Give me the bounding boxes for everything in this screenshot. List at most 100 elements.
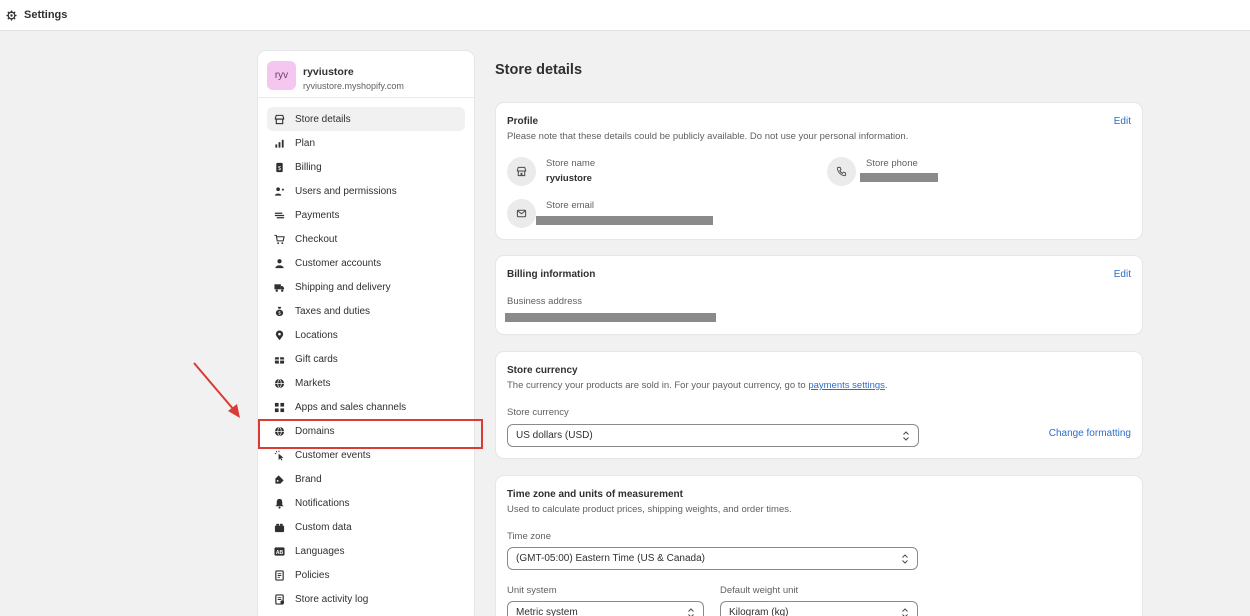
weight-unit-value: Kilogram (kg)	[729, 607, 789, 616]
settings-sidebar: ryv ryviustore ryviustore.myshopify.com …	[258, 51, 474, 616]
bell-icon	[274, 498, 285, 509]
store-name-value: ryviustore	[546, 173, 592, 184]
billing-title: Billing information	[507, 269, 596, 280]
settings-nav: Store details Plan $ Billing Users and permi…	[267, 107, 465, 611]
billing-card: Billing information Edit Business addres…	[496, 256, 1142, 334]
weight-unit-select[interactable]: Kilogram (kg)	[720, 601, 918, 616]
sidebar-item-notifications[interactable]: Notifications	[267, 491, 465, 515]
select-chevron-icon	[902, 554, 908, 564]
sidebar-item-locations[interactable]: Locations	[267, 323, 465, 347]
svg-text:AB: AB	[276, 549, 284, 555]
sidebar-item-label: Apps and sales channels	[295, 401, 407, 413]
data-icon	[274, 522, 285, 533]
select-chevron-icon	[903, 431, 909, 441]
payments-icon	[274, 210, 285, 221]
sidebar-item-taxes-and-duties[interactable]: $ Taxes and duties	[267, 299, 465, 323]
redacted-phone	[860, 173, 938, 182]
currency-title: Store currency	[507, 365, 578, 376]
sidebar-item-markets[interactable]: Markets	[267, 371, 465, 395]
sidebar-item-label: Users and permissions	[295, 185, 397, 197]
sidebar-item-label: Locations	[295, 329, 338, 341]
timezone-card: Time zone and units of measurement Used …	[496, 476, 1142, 616]
globe-icon	[274, 378, 285, 389]
redacted-email	[536, 216, 713, 225]
sidebar-item-users-and-permissions[interactable]: Users and permissions	[267, 179, 465, 203]
sidebar-item-gift-cards[interactable]: Gift cards	[267, 347, 465, 371]
timezone-title: Time zone and units of measurement	[507, 489, 683, 500]
sidebar-item-brand[interactable]: Brand	[267, 467, 465, 491]
svg-text:$: $	[278, 165, 281, 171]
sidebar-item-plan[interactable]: Plan	[267, 131, 465, 155]
sidebar-item-label: Notifications	[295, 497, 350, 509]
profile-card: Profile Please note that these details c…	[496, 103, 1142, 239]
change-formatting-link[interactable]: Change formatting	[1049, 428, 1131, 439]
profile-title: Profile	[507, 116, 539, 127]
sidebar-item-label: Customer events	[295, 449, 371, 461]
sidebar-item-label: Customer accounts	[295, 257, 382, 269]
sidebar-item-label: Languages	[295, 545, 345, 557]
top-bar: Settings	[0, 0, 1250, 31]
sidebar-item-label: Checkout	[295, 233, 338, 245]
currency-card: Store currency The currency your product…	[496, 352, 1142, 458]
sidebar-item-label: Custom data	[295, 521, 352, 533]
tax-icon: $	[274, 306, 285, 317]
billing-edit-link[interactable]: Edit	[1114, 269, 1131, 280]
sidebar-item-checkout[interactable]: Checkout	[267, 227, 465, 251]
currency-subtitle-text: The currency your products are sold in. …	[507, 380, 809, 391]
location-icon	[274, 329, 285, 341]
sidebar-item-label: Plan	[295, 137, 316, 149]
sidebar-item-customer-accounts[interactable]: Customer accounts	[267, 251, 465, 275]
currency-subtitle: The currency your products are sold in. …	[507, 380, 888, 391]
profile-edit-link[interactable]: Edit	[1114, 116, 1131, 127]
sidebar-item-billing[interactable]: $ Billing	[267, 155, 465, 179]
store-icon	[274, 114, 285, 125]
sidebar-item-label: Policies	[295, 569, 330, 581]
sidebar-item-label: Brand	[295, 473, 322, 485]
unit-system-label: Unit system	[507, 585, 557, 596]
sidebar-item-store-details[interactable]: Store details	[267, 107, 465, 131]
sidebar-item-custom-data[interactable]: Custom data	[267, 515, 465, 539]
truck-icon	[274, 282, 285, 293]
unit-system-select[interactable]: Metric system	[507, 601, 704, 616]
sidebar-item-label: Markets	[295, 377, 331, 389]
store-icon	[507, 157, 536, 186]
timezone-subtitle: Used to calculate product prices, shippi…	[507, 504, 792, 515]
avatar: ryv	[267, 60, 296, 90]
currency-select[interactable]: US dollars (USD)	[507, 424, 919, 447]
annotation-highlight-box	[258, 419, 483, 449]
sidebar-item-label: Billing	[295, 161, 322, 173]
annotation-arrow	[193, 362, 240, 418]
store-switcher[interactable]: ryv ryviustore ryviustore.myshopify.com	[258, 51, 474, 98]
sidebar-item-payments[interactable]: Payments	[267, 203, 465, 227]
sidebar-item-label: Payments	[295, 209, 340, 221]
sidebar-item-shipping-and-delivery[interactable]: Shipping and delivery	[267, 275, 465, 299]
redacted-address	[505, 313, 716, 322]
timezone-select[interactable]: (GMT-05:00) Eastern Time (US & Canada)	[507, 547, 918, 570]
sidebar-item-store-activity-log[interactable]: Store activity log	[267, 587, 465, 611]
apps-icon	[274, 402, 285, 413]
unit-system-value: Metric system	[516, 607, 578, 616]
currency-field-label: Store currency	[507, 407, 569, 418]
language-icon: AB	[274, 546, 285, 557]
business-address-label: Business address	[507, 296, 582, 307]
store-email-label: Store email	[546, 200, 595, 211]
page-header-title: Settings	[24, 9, 68, 21]
page-title: Store details	[495, 62, 583, 78]
cursor-icon	[274, 450, 285, 461]
brand-icon	[274, 474, 285, 485]
activity-icon	[274, 593, 285, 605]
sidebar-item-policies[interactable]: Policies	[267, 563, 465, 587]
store-name: ryviustore	[303, 65, 354, 78]
users-icon	[274, 186, 285, 197]
timezone-select-value: (GMT-05:00) Eastern Time (US & Canada)	[516, 553, 705, 564]
sidebar-item-languages[interactable]: AB Languages	[267, 539, 465, 563]
timezone-label: Time zone	[507, 531, 551, 542]
sidebar-item-apps-and-sales-channels[interactable]: Apps and sales channels	[267, 395, 465, 419]
sidebar-item-label: Gift cards	[295, 353, 338, 365]
mail-icon	[507, 199, 536, 228]
profile-subtitle: Please note that these details could be …	[507, 131, 909, 142]
cart-icon	[274, 234, 285, 245]
store-phone-label: Store phone	[866, 158, 918, 169]
sidebar-item-label: Shipping and delivery	[295, 281, 391, 293]
payments-settings-link[interactable]: payments settings	[808, 380, 885, 391]
